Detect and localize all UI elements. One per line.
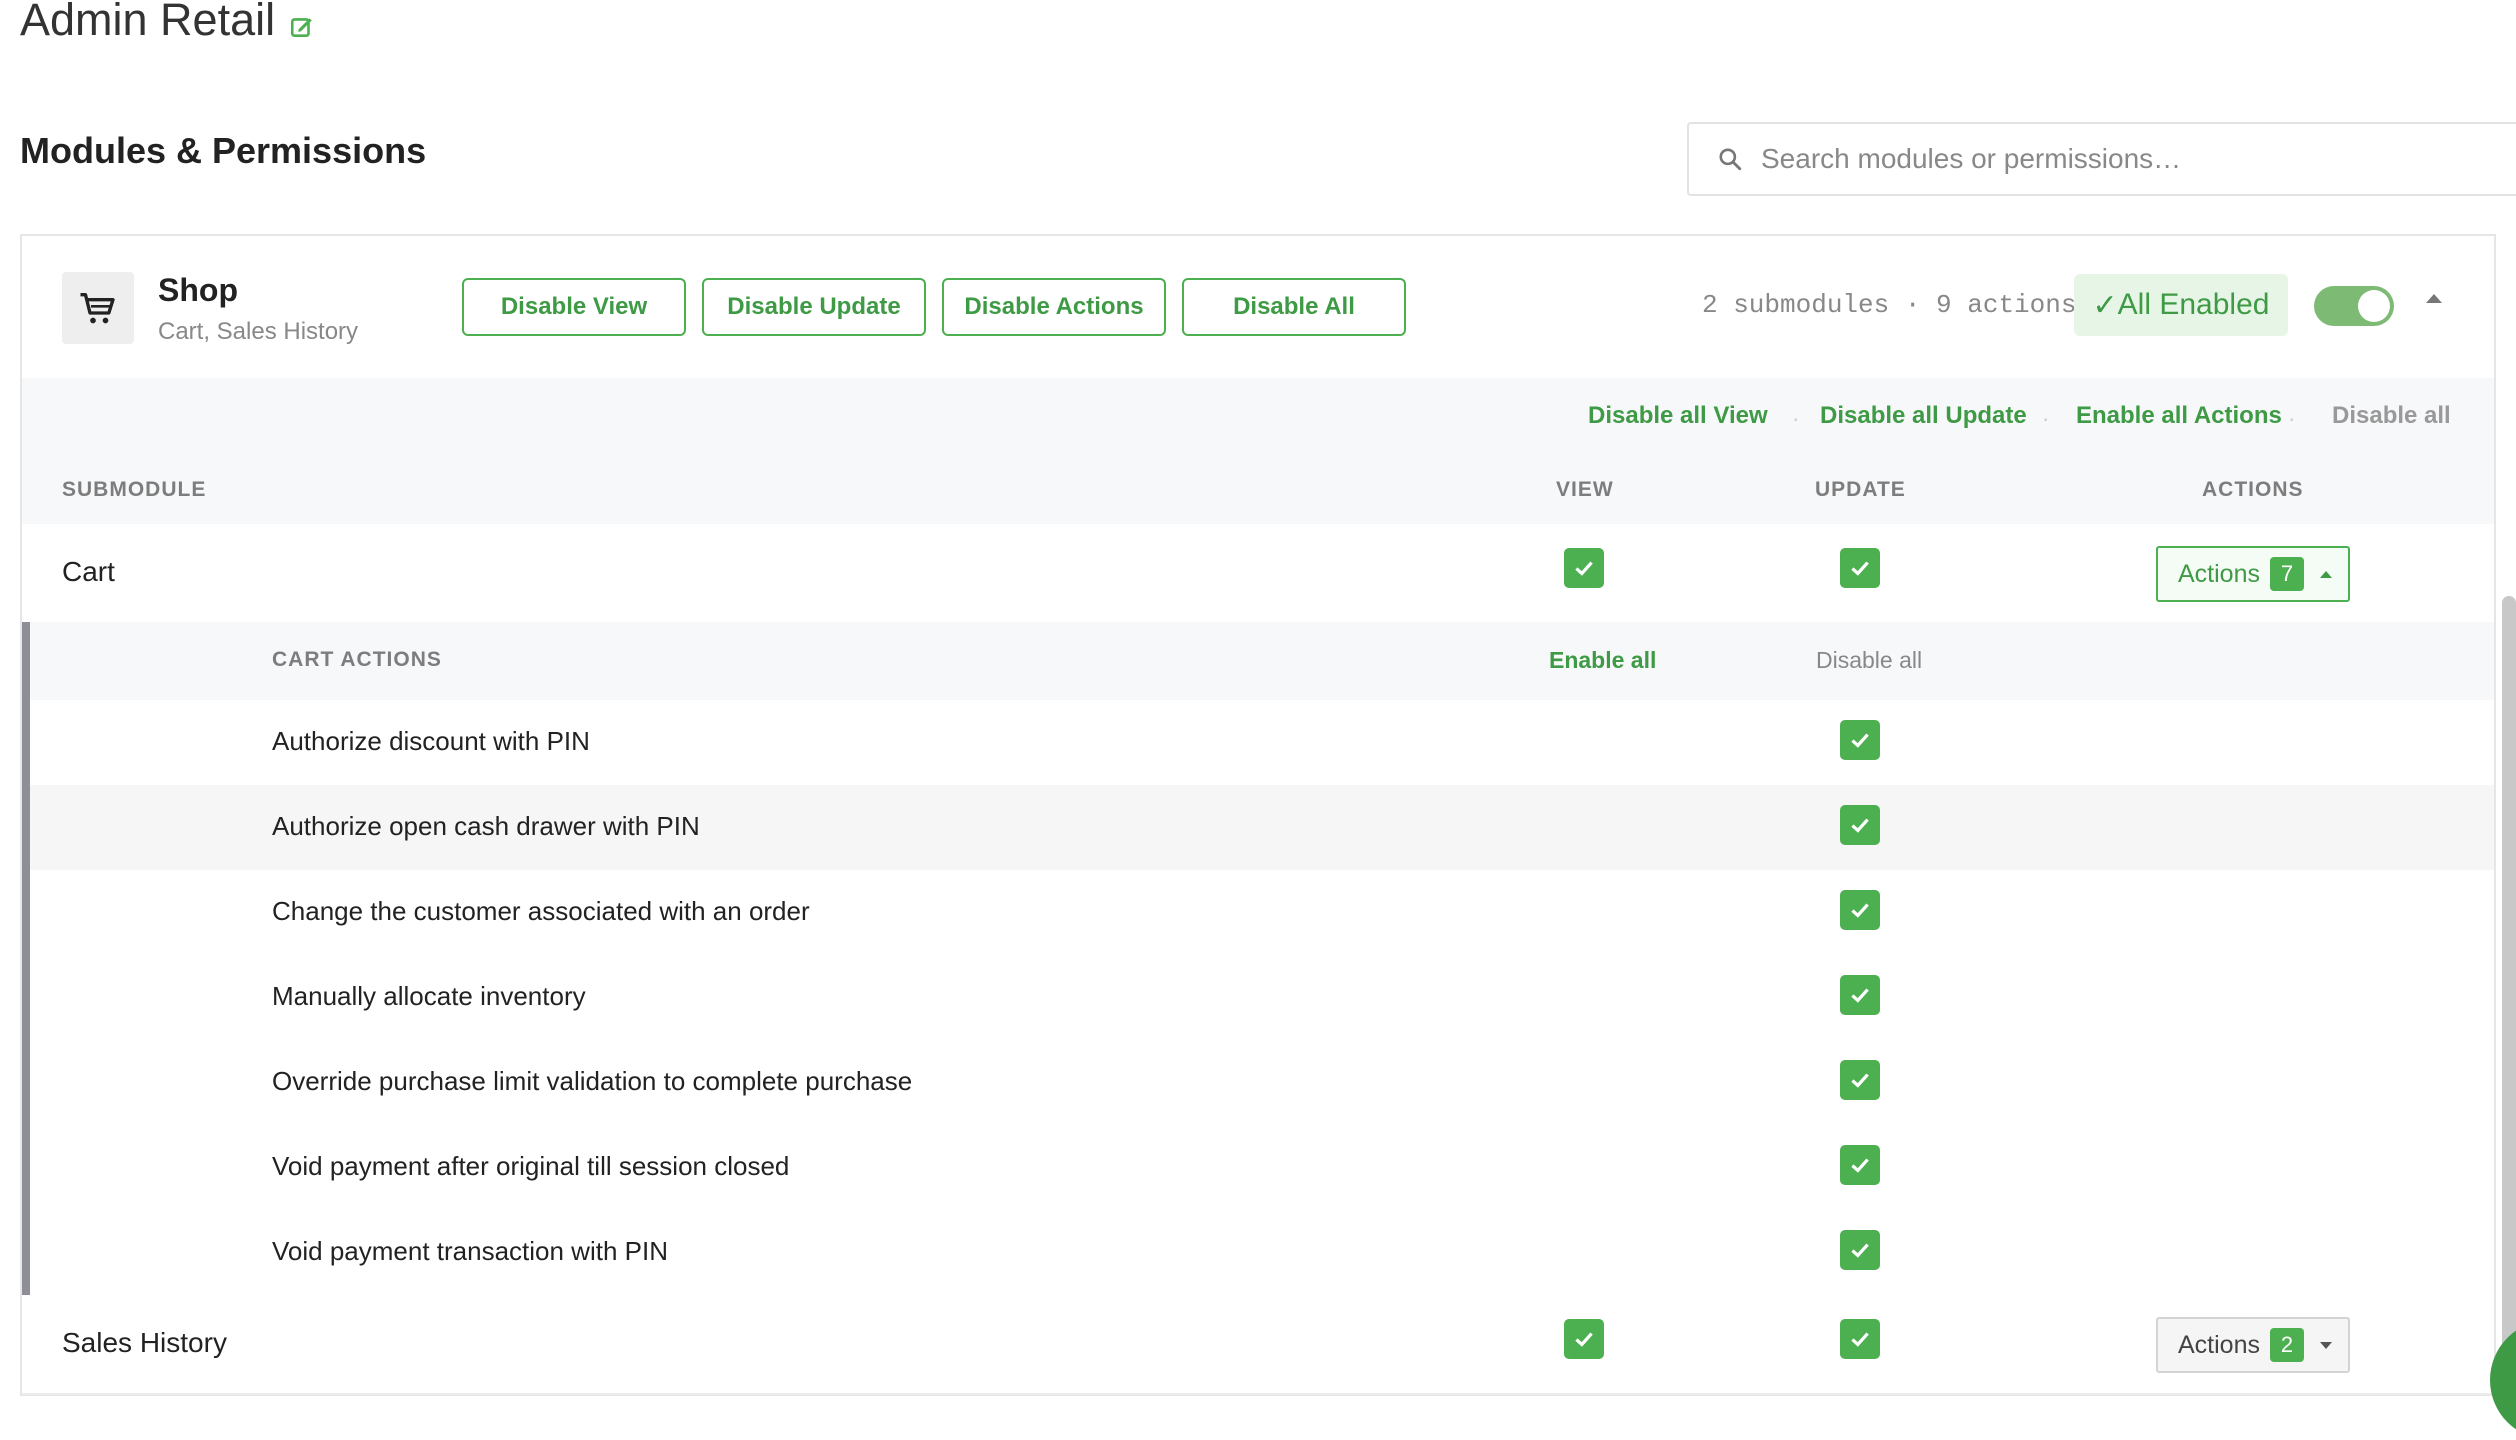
action-checkbox[interactable] (1840, 1060, 1880, 1100)
chevron-down-icon (2319, 1341, 2332, 1349)
cart-icon (80, 293, 115, 324)
disable-actions-button[interactable]: Disable Actions (942, 278, 1166, 336)
module-toggle[interactable] (2314, 286, 2394, 326)
action-checkbox[interactable] (1840, 1145, 1880, 1185)
module-icon-box (62, 272, 134, 344)
page-title-text: Admin Retail (20, 0, 276, 45)
edit-icon[interactable] (289, 14, 315, 40)
list-item: Manually allocate inventory (30, 955, 2494, 1042)
list-item: Override purchase limit validation to co… (30, 1040, 2494, 1127)
view-checkbox[interactable] (1564, 1319, 1604, 1359)
disable-all-link[interactable]: Disable all (2332, 402, 2451, 430)
submodule-name: Cart (62, 556, 115, 587)
column-header-view: VIEW (1556, 478, 1614, 501)
actions-label: Actions (2178, 559, 2260, 588)
action-label: Authorize open cash drawer with PIN (272, 811, 700, 841)
check-icon (1851, 1243, 1869, 1258)
action-label: Change the customer associated with an o… (272, 896, 810, 926)
action-label: Authorize discount with PIN (272, 726, 590, 756)
actions-count-badge: 7 (2269, 557, 2304, 591)
check-icon (1575, 1332, 1593, 1347)
check-icon (1851, 561, 1869, 576)
view-checkbox[interactable] (1564, 548, 1604, 588)
submodule-name: Sales History (62, 1327, 227, 1358)
check-icon (1851, 818, 1869, 833)
table-header: SUBMODULE VIEW UPDATE ACTIONS (22, 456, 2494, 526)
enable-all-actions-link[interactable]: Enable all Actions (2076, 402, 2282, 430)
check-icon (1851, 1073, 1869, 1088)
check-icon (1851, 1158, 1869, 1173)
separator-dot: · (2288, 406, 2296, 431)
column-header-submodule: SUBMODULE (62, 478, 207, 501)
table-row-sales-history: Sales History Actions 2 (22, 1295, 2494, 1395)
chevron-up-icon (2319, 570, 2332, 578)
action-label: Void payment after original till session… (272, 1151, 790, 1181)
search-box[interactable] (1687, 122, 2516, 196)
page-title: Admin Retail (20, 0, 315, 46)
action-checkbox[interactable] (1840, 975, 1880, 1015)
status-badge-label: All Enabled (2117, 288, 2270, 321)
module-panel: Shop Cart, Sales History Disable View Di… (20, 234, 2496, 1396)
action-checkbox[interactable] (1840, 1230, 1880, 1270)
action-label: Void payment transaction with PIN (272, 1236, 668, 1266)
disable-all-button[interactable]: Disable All (1182, 278, 1406, 336)
separator-dot: · (2042, 406, 2050, 431)
module-subtitle: Cart, Sales History (158, 318, 359, 345)
check-icon (1851, 988, 1869, 1003)
cart-actions-title: CART ACTIONS (272, 648, 442, 671)
update-checkbox[interactable] (1840, 1319, 1880, 1359)
list-item: Authorize open cash drawer with PIN (30, 785, 2494, 872)
disable-all-update-link[interactable]: Disable all Update (1820, 402, 2027, 430)
check-icon (1851, 1332, 1869, 1347)
disable-update-button[interactable]: Disable Update (702, 278, 926, 336)
enable-all-link[interactable]: Enable all (1549, 647, 1656, 674)
list-item: Authorize discount with PIN (30, 700, 2494, 787)
action-label: Override purchase limit validation to co… (272, 1066, 913, 1096)
list-item: Change the customer associated with an o… (30, 870, 2494, 957)
disable-view-button[interactable]: Disable View (462, 278, 686, 336)
check-mark-icon: ✓ (2092, 288, 2118, 322)
column-header-update: UPDATE (1815, 478, 1906, 501)
module-header[interactable]: Shop Cart, Sales History Disable View Di… (22, 236, 2494, 380)
check-icon (1851, 733, 1869, 748)
status-badge: ✓ All Enabled (2074, 274, 2288, 336)
section-title: Modules & Permissions (20, 130, 427, 171)
list-item: Void payment after original till session… (30, 1125, 2494, 1212)
column-header-actions: ACTIONS (2202, 478, 2304, 501)
chevron-up-icon[interactable] (2426, 294, 2442, 303)
actions-dropdown-button[interactable]: Actions 7 (2156, 546, 2350, 602)
action-label: Manually allocate inventory (272, 981, 586, 1011)
disable-all-view-link[interactable]: Disable all View (1588, 402, 1768, 430)
actions-dropdown-button[interactable]: Actions 2 (2156, 1317, 2350, 1373)
cart-actions-panel: CART ACTIONS Enable all Disable all Auth… (22, 622, 2494, 1297)
action-checkbox[interactable] (1840, 890, 1880, 930)
list-item: Void payment transaction with PIN (30, 1210, 2494, 1297)
scrollbar[interactable] (2502, 596, 2516, 1396)
search-input[interactable] (1759, 142, 2463, 176)
search-icon (1719, 148, 1742, 171)
check-icon (1851, 903, 1869, 918)
action-checkbox[interactable] (1840, 720, 1880, 760)
module-name: Shop (158, 272, 238, 308)
action-checkbox[interactable] (1840, 805, 1880, 845)
actions-label: Actions (2178, 1330, 2260, 1359)
update-checkbox[interactable] (1840, 548, 1880, 588)
table-row-cart: Cart Actions 7 (22, 524, 2494, 624)
actions-count-badge: 2 (2269, 1328, 2304, 1362)
disable-all-link[interactable]: Disable all (1816, 647, 1922, 674)
check-icon (1575, 561, 1593, 576)
bulk-actions-row: Disable all View · Disable all Update · … (22, 378, 2494, 458)
module-counts: 2 submodules · 9 actions (1702, 290, 2077, 320)
separator-dot: · (1792, 406, 1800, 431)
cart-actions-header: CART ACTIONS Enable all Disable all (30, 622, 2494, 702)
